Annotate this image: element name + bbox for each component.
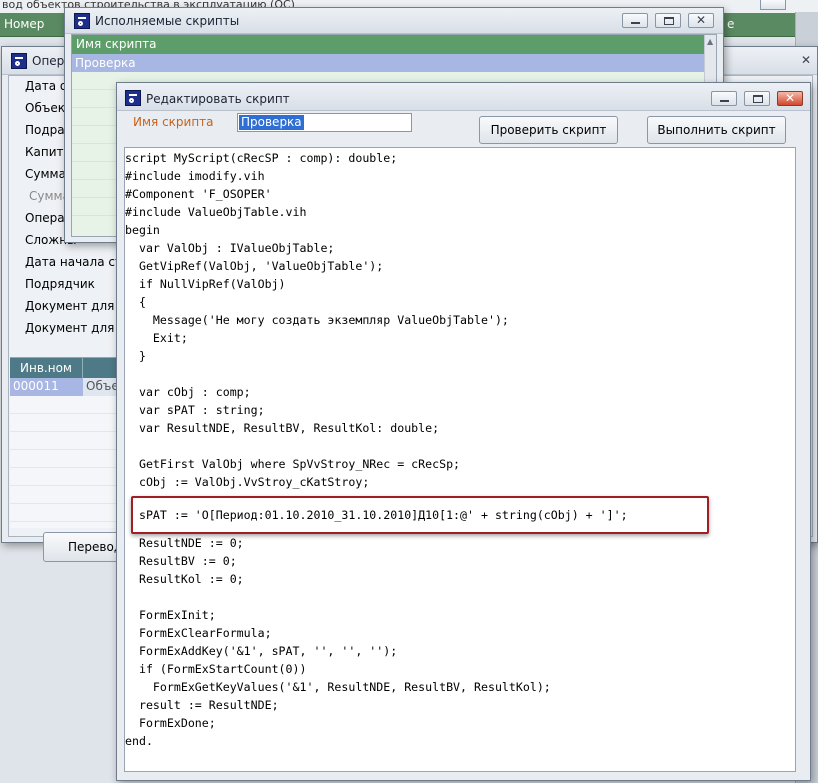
editor-title: Редактировать скрипт — [146, 92, 290, 106]
background-column-number[interactable]: Номер — [4, 17, 44, 31]
code-line: Message('Не могу создать экземпляр Value… — [125, 313, 509, 327]
code-line: var cObj : comp; — [125, 385, 251, 399]
edit-script-window: Редактировать скрипт ✕ Имя скрипта Прове… — [116, 82, 811, 781]
code-line: var ResultNDE, ResultBV, ResultKol: doub… — [125, 421, 440, 435]
close-button[interactable]: ✕ — [777, 91, 803, 106]
scripts-title: Исполняемые скрипты — [95, 14, 240, 28]
code-line: FormExAddKey('&1', sPAT, '', '', ''); — [125, 644, 398, 658]
scripts-titlebar[interactable]: Исполняемые скрипты ✕ — [65, 8, 723, 34]
close-button[interactable]: ✕ — [688, 13, 714, 28]
highlight-box — [131, 496, 709, 534]
code-line: if NullVipRef(ValObj) — [125, 277, 286, 291]
code-line: } — [125, 349, 146, 363]
code-line: ResultBV := 0; — [125, 554, 237, 568]
code-line: FormExDone; — [125, 716, 216, 730]
grid-cell-object-bg[interactable]: Объе — [83, 378, 119, 396]
code-line: var sPAT : string; — [125, 403, 265, 417]
editor-titlebar[interactable]: Редактировать скрипт ✕ — [117, 83, 810, 111]
script-name-value: Проверка — [239, 115, 304, 130]
maximize-icon — [664, 17, 674, 25]
code-line: GetVipRef(ValObj, 'ValueObjTable'); — [125, 259, 384, 273]
run-script-button[interactable]: Выполнить скрипт — [647, 116, 786, 144]
field-label-contractor: Подрядчик — [25, 277, 95, 291]
script-code-editor[interactable]: script MyScript(cRecSP : comp): double; … — [124, 147, 796, 772]
code-line: Exit; — [125, 331, 188, 345]
grid-cell-inv-number: 000011 — [13, 379, 59, 393]
code-line: ResultNDE := 0; — [125, 536, 244, 550]
check-script-button[interactable]: Проверить скрипт — [479, 116, 618, 144]
code-line: #Component 'F_OSOPER' — [125, 187, 272, 201]
app-icon — [74, 13, 90, 29]
code-line: ResultKol := 0; — [125, 572, 244, 586]
code-line: #include ValueObjTable.vih — [125, 205, 307, 219]
scripts-column-name[interactable]: Имя скрипта — [72, 35, 704, 54]
code-line: GetFirst ValObj where SpVvStroy_NRec = c… — [125, 457, 461, 471]
grid-empty-rows — [10, 396, 118, 528]
code-line: #include imodify.vih — [125, 169, 265, 183]
close-icon: ✕ — [695, 13, 707, 27]
background-column-right[interactable]: е — [727, 17, 734, 31]
editor-toolbar: Имя скрипта Проверка Проверить скрипт Вы… — [117, 111, 810, 147]
table-row[interactable]: 000011 — [10, 378, 83, 396]
maximize-button[interactable] — [655, 13, 681, 28]
code-line: cObj := ValObj.VvStroy_cKatStroy; — [125, 475, 370, 489]
minimize-button[interactable] — [711, 91, 737, 106]
list-item[interactable]: Проверка — [72, 54, 704, 72]
maximize-icon — [753, 95, 763, 103]
code-line: FormExGetKeyValues('&1', ResultNDE, Resu… — [125, 680, 551, 694]
code-line: FormExClearFormula; — [125, 626, 272, 640]
minimize-icon — [720, 100, 729, 102]
close-icon: ✕ — [800, 53, 812, 67]
script-name-label: Имя скрипта — [133, 115, 214, 129]
grid-cell-object: Объе — [86, 379, 119, 393]
minimize-icon — [631, 22, 640, 24]
scroll-up-icon[interactable]: ▲ — [707, 37, 713, 46]
grid-column-inv-number[interactable]: Инв.ном — [10, 358, 83, 378]
app-icon — [125, 90, 141, 106]
minimize-button[interactable] — [622, 13, 648, 28]
code-line: end. — [125, 734, 153, 748]
maximize-button[interactable] — [744, 91, 770, 106]
app-icon — [11, 53, 27, 69]
code-line: FormExInit; — [125, 608, 216, 622]
operations-close-button[interactable]: ✕ — [794, 53, 818, 69]
code-line: var ValObj : IValueObjTable; — [125, 241, 335, 255]
background-close-button[interactable] — [760, 0, 786, 10]
code-line: if (FormExStartCount(0)) — [125, 662, 307, 676]
field-label-start-date: Дата начала стр — [25, 255, 130, 269]
code-line: { — [125, 295, 146, 309]
script-name-input[interactable]: Проверка — [237, 113, 412, 132]
code-line: result := ResultNDE; — [125, 698, 279, 712]
code-line: begin — [125, 223, 160, 237]
code-line: script MyScript(cRecSP : comp): double; — [125, 151, 398, 165]
close-icon: ✕ — [784, 91, 796, 105]
